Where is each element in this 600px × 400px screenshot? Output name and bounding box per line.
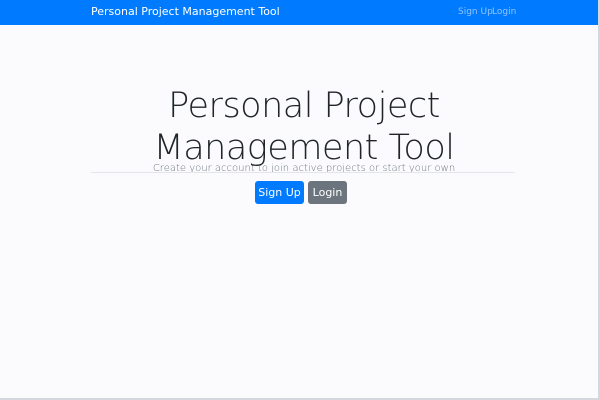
nav-login-link[interactable]: Login [492,6,516,18]
top-navbar: Personal Project Management Tool Sign Up… [0,0,598,25]
hero-title-line-1: Personal Project [168,86,440,127]
login-button[interactable]: Login [308,181,347,204]
navbar-brand-link[interactable]: Personal Project Management Tool [91,5,280,19]
nav-signup-link[interactable]: Sign Up [458,6,493,18]
hero-lead-text: Create your account to join active proje… [152,163,456,174]
signup-button[interactable]: Sign Up [255,181,304,204]
hero-title: Personal Project Management Tool [0,85,600,169]
hero-divider [91,172,515,173]
